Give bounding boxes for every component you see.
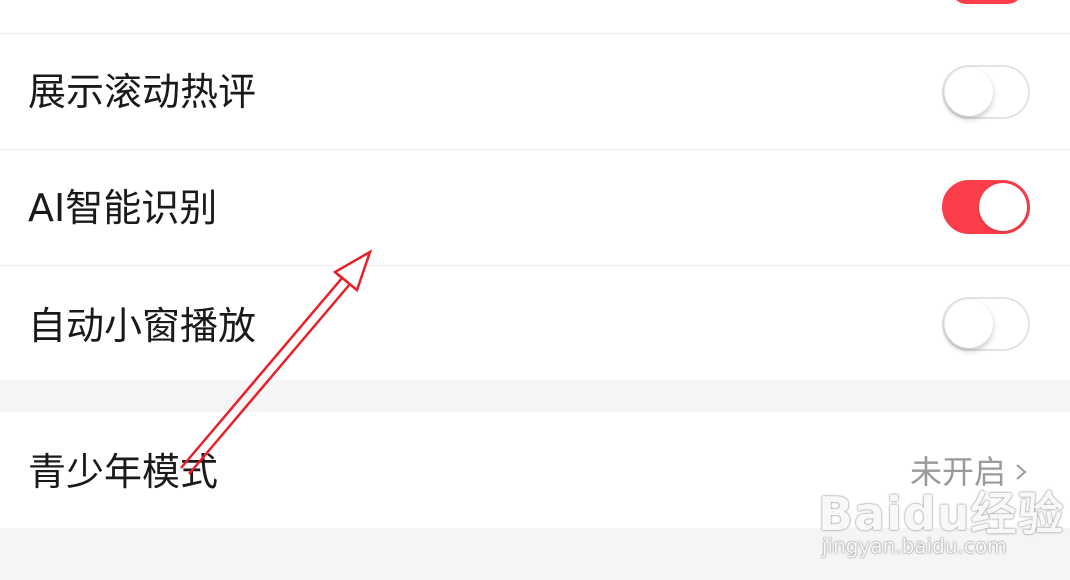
setting-row-auto-mini-window[interactable]: 自动小窗播放	[0, 266, 1070, 380]
scrolling-comments-toggle[interactable]	[942, 65, 1030, 119]
previous-toggle-partial[interactable]	[952, 0, 1022, 4]
toggle-knob	[945, 300, 993, 348]
toggle-knob	[945, 68, 993, 116]
setting-label: 自动小窗播放	[28, 304, 257, 348]
setting-row-scrolling-comments[interactable]: 展示滚动热评	[0, 34, 1070, 150]
watermark-site: jingyan.baidu.com	[822, 534, 1007, 558]
setting-row-ai-recognition[interactable]: AI智能识别	[0, 150, 1070, 265]
toggle-knob	[979, 183, 1027, 231]
chevron-right-icon	[1016, 464, 1027, 480]
youth-mode-status: 未开启	[910, 453, 1007, 491]
auto-mini-window-toggle[interactable]	[942, 297, 1030, 351]
setting-label: 展示滚动热评	[28, 70, 257, 114]
setting-label: AI智能识别	[28, 186, 218, 230]
youth-mode-label: 青少年模式	[28, 450, 219, 494]
ai-recognition-toggle[interactable]	[942, 180, 1030, 234]
